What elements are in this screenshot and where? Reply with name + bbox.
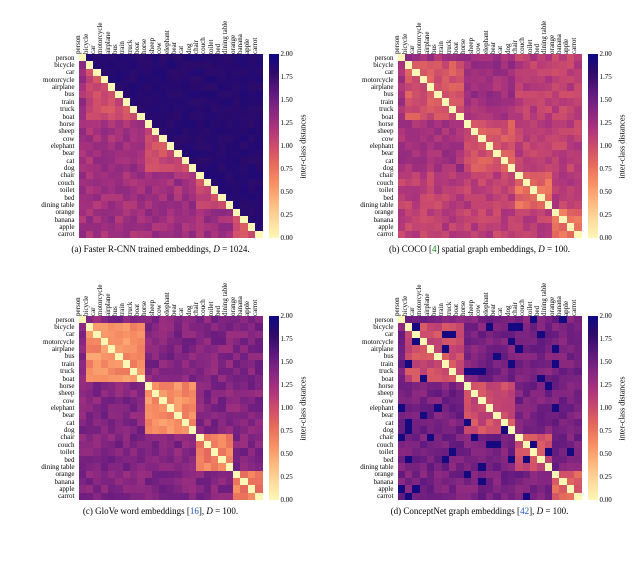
plot-area-c: personbicyclecarmotorcycleairplanebustra… [21,270,301,502]
colorbar-ticks: 0.000.250.500.751.001.251.501.752.00 [281,54,301,238]
caption-d: (d) ConceptNet graph embeddings [42], D … [391,506,569,516]
y-axis-labels: personbicyclecarmotorcycleairplanebustra… [21,54,77,238]
x-axis-labels: personbicyclecarmotorcycleairplanebustra… [398,8,582,54]
y-axis-labels: personbicyclecarmotorcycleairplanebustra… [340,54,396,238]
colorbar-label: inter-class distances [299,316,309,500]
heatmap-d [398,316,582,500]
caption-b: (b) COCO [4] spatial graph embeddings, D… [389,244,570,254]
plot-area-b: personbicyclecarmotorcycleairplanebustra… [340,8,620,240]
y-axis-labels: personbicyclecarmotorcycleairplanebustra… [21,316,77,500]
colorbar [588,54,598,238]
heatmap-a [79,54,263,238]
colorbar [269,316,279,500]
x-axis-labels: personbicyclecarmotorcycleairplanebustra… [79,270,263,316]
subplot-a: personbicyclecarmotorcycleairplanebustra… [8,8,313,254]
colorbar-label: inter-class distances [299,54,309,238]
colorbar-ticks: 0.000.250.500.751.001.251.501.752.00 [281,316,301,500]
colorbar-label: inter-class distances [618,316,628,500]
colorbar-ticks: 0.000.250.500.751.001.251.501.752.00 [600,316,620,500]
caption-a: (a) Faster R-CNN trained embeddings, D =… [71,244,249,254]
subplot-c: personbicyclecarmotorcycleairplanebustra… [8,270,313,516]
plot-area-a: personbicyclecarmotorcycleairplanebustra… [21,8,301,240]
caption-c: (c) GloVe word embeddings [16], D = 100. [83,506,238,516]
heatmap-b [398,54,582,238]
colorbar-label: inter-class distances [618,54,628,238]
heatmap-c [79,316,263,500]
subplot-b: personbicyclecarmotorcycleairplanebustra… [327,8,632,254]
y-axis-labels: personbicyclecarmotorcycleairplanebustra… [340,316,396,500]
colorbar [269,54,279,238]
figure-grid: personbicyclecarmotorcycleairplanebustra… [8,8,632,516]
x-axis-labels: personbicyclecarmotorcycleairplanebustra… [79,8,263,54]
x-axis-labels: personbicyclecarmotorcycleairplanebustra… [398,270,582,316]
colorbar-ticks: 0.000.250.500.751.001.251.501.752.00 [600,54,620,238]
plot-area-d: personbicyclecarmotorcycleairplanebustra… [340,270,620,502]
subplot-d: personbicyclecarmotorcycleairplanebustra… [327,270,632,516]
colorbar [588,316,598,500]
